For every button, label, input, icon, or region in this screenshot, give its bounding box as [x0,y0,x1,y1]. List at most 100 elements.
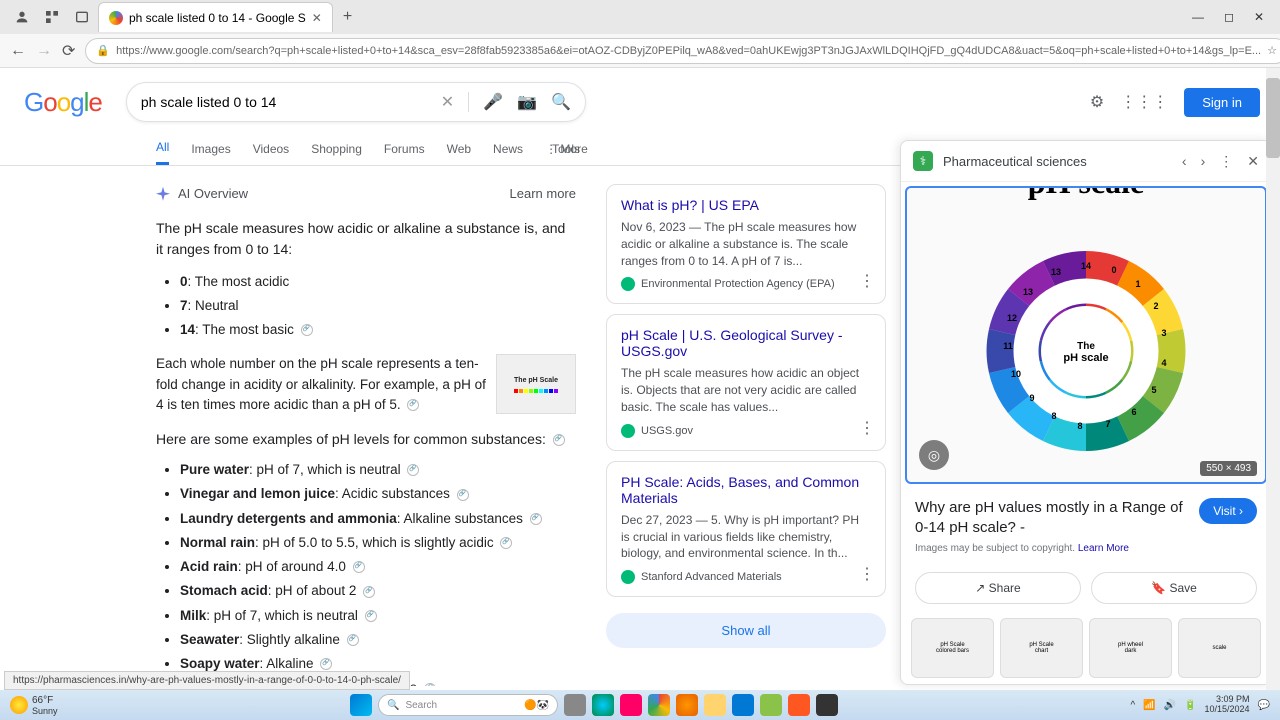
share-button[interactable]: ↗ Share [915,572,1081,604]
citation-icon[interactable] [365,610,377,622]
result-card[interactable]: pH Scale | U.S. Geological Survey - USGS… [606,314,886,450]
start-button[interactable] [350,694,372,716]
clear-search-icon[interactable]: ✕ [441,92,454,112]
result-card[interactable]: PH Scale: Acids, Bases, and Common Mater… [606,461,886,597]
browser-tab[interactable]: ph scale listed 0 to 14 - Google S ✕ [98,2,333,32]
tab-videos[interactable]: Videos [253,134,289,164]
workspaces-icon[interactable] [38,3,66,31]
app-icon[interactable] [620,694,642,716]
save-button[interactable]: 🔖 Save [1091,572,1257,604]
citation-icon[interactable] [320,658,332,670]
battery-icon[interactable]: 🔋 [1184,700,1196,711]
result-menu-icon[interactable]: ⋮ [859,564,875,584]
star-icon[interactable]: ☆ [1267,44,1277,57]
tab-web[interactable]: Web [447,134,471,164]
signin-button[interactable]: Sign in [1184,88,1260,117]
visit-button[interactable]: Visit › [1199,498,1257,524]
citation-icon[interactable] [500,537,512,549]
lens-button[interactable]: ◎ [919,440,949,470]
citation-icon[interactable] [347,634,359,646]
weather-widget[interactable]: 66°FSunny [10,695,58,716]
related-thumb[interactable]: scale [1178,618,1261,678]
forward-button[interactable]: → [36,39,52,63]
citation-icon[interactable] [363,586,375,598]
next-image-icon[interactable]: › [1201,153,1206,170]
close-tab-icon[interactable]: ✕ [312,11,322,25]
search-button-icon[interactable]: 🔍 [551,92,571,112]
task-view-icon[interactable] [564,694,586,716]
clock[interactable]: 3:09 PM10/15/2024 [1205,695,1250,715]
citation-icon[interactable] [301,324,313,336]
citation-icon[interactable] [553,434,565,446]
citation-icon[interactable] [353,561,365,573]
app3-icon[interactable] [788,694,810,716]
close-window-icon[interactable]: ✕ [1254,10,1264,24]
show-all-button[interactable]: Show all [606,613,886,648]
close-panel-icon[interactable]: ✕ [1247,153,1259,170]
panel-source[interactable]: Pharmaceutical sciences [943,154,1087,169]
app4-icon[interactable] [816,694,838,716]
result-card[interactable]: What is pH? | US EPA Nov 6, 2023 — The p… [606,184,886,304]
maximize-icon[interactable]: ◻ [1224,10,1234,24]
google-logo[interactable]: Google [24,87,102,118]
result-title[interactable]: What is pH? | US EPA [621,197,871,213]
settings-icon[interactable]: ⚙ [1090,92,1104,112]
volume-icon[interactable]: 🔊 [1164,700,1176,711]
tab-images[interactable]: Images [191,134,230,164]
svg-text:13: 13 [1023,287,1033,297]
citation-icon[interactable] [407,399,419,411]
caption-text: Why are pH values mostly in a Range of 0… [915,498,1189,537]
files-icon[interactable] [704,694,726,716]
result-title[interactable]: pH Scale | U.S. Geological Survey - USGS… [621,327,871,359]
tray-chevron-icon[interactable]: ^ [1130,700,1135,711]
result-source: USGS.gov [621,424,871,438]
result-menu-icon[interactable]: ⋮ [859,418,875,438]
search-input[interactable] [141,94,433,110]
tab-news[interactable]: News [493,134,523,164]
address-bar: ← → ⟳ 🔒 https://www.google.com/search?q=… [0,34,1280,68]
list-item: Seawater: Slightly alkaline [180,630,576,650]
back-button[interactable]: ← [10,39,26,63]
copyright-learn-more[interactable]: Learn More [1078,543,1129,554]
store-icon[interactable] [732,694,754,716]
url-text: https://www.google.com/search?q=ph+scale… [116,45,1261,57]
panel-menu-icon[interactable]: ⋮ [1219,153,1233,170]
prev-image-icon[interactable]: ‹ [1182,153,1187,170]
related-thumb[interactable]: pH Scalechart [1000,618,1083,678]
scrollbar[interactable] [1266,68,1280,690]
lens-search-icon[interactable]: 📷 [517,92,537,112]
inline-thumbnail[interactable]: The pH Scale [496,354,576,414]
profile-icon[interactable] [8,3,36,31]
tab-forums[interactable]: Forums [384,134,425,164]
new-tab-button[interactable]: + [335,8,360,26]
url-input[interactable]: 🔒 https://www.google.com/search?q=ph+sca… [85,38,1280,64]
minimize-icon[interactable]: — [1192,10,1204,24]
notifications-icon[interactable]: 💬 [1258,700,1270,711]
chrome-icon[interactable] [648,694,670,716]
ph-wheel-diagram: The pH scale 1401 234 567 889 101112 131… [936,201,1236,484]
app2-icon[interactable] [760,694,782,716]
taskbar-search[interactable]: 🔍 Search🟠🐼 [378,694,558,716]
citation-icon[interactable] [457,489,469,501]
search-box[interactable]: ✕ 🎤 📷 🔍 [126,82,586,122]
system-tray[interactable]: ^ 📶 🔊 🔋 3:09 PM10/15/2024 💬 [1130,695,1270,715]
wifi-icon[interactable]: 📶 [1143,700,1155,711]
citation-icon[interactable] [424,683,436,686]
tab-shopping[interactable]: Shopping [311,134,362,164]
related-thumb[interactable]: pH Scalecolored bars [911,618,994,678]
tab-all[interactable]: All [156,132,169,165]
firefox-icon[interactable] [676,694,698,716]
citation-icon[interactable] [530,513,542,525]
voice-search-icon[interactable]: 🎤 [483,92,503,112]
result-title[interactable]: PH Scale: Acids, Bases, and Common Mater… [621,474,871,506]
edge-icon[interactable] [592,694,614,716]
citation-icon[interactable] [407,464,419,476]
panel-image[interactable]: pH scale [905,186,1267,484]
related-thumb[interactable]: pH wheeldark [1089,618,1172,678]
learn-more-link[interactable]: Learn more [510,184,576,204]
reload-button[interactable]: ⟳ [62,39,75,63]
tab-overview-icon[interactable] [68,3,96,31]
apps-icon[interactable]: ⋮⋮⋮ [1120,92,1168,112]
result-menu-icon[interactable]: ⋮ [859,271,875,291]
tools-button[interactable]: Tools [552,142,580,156]
